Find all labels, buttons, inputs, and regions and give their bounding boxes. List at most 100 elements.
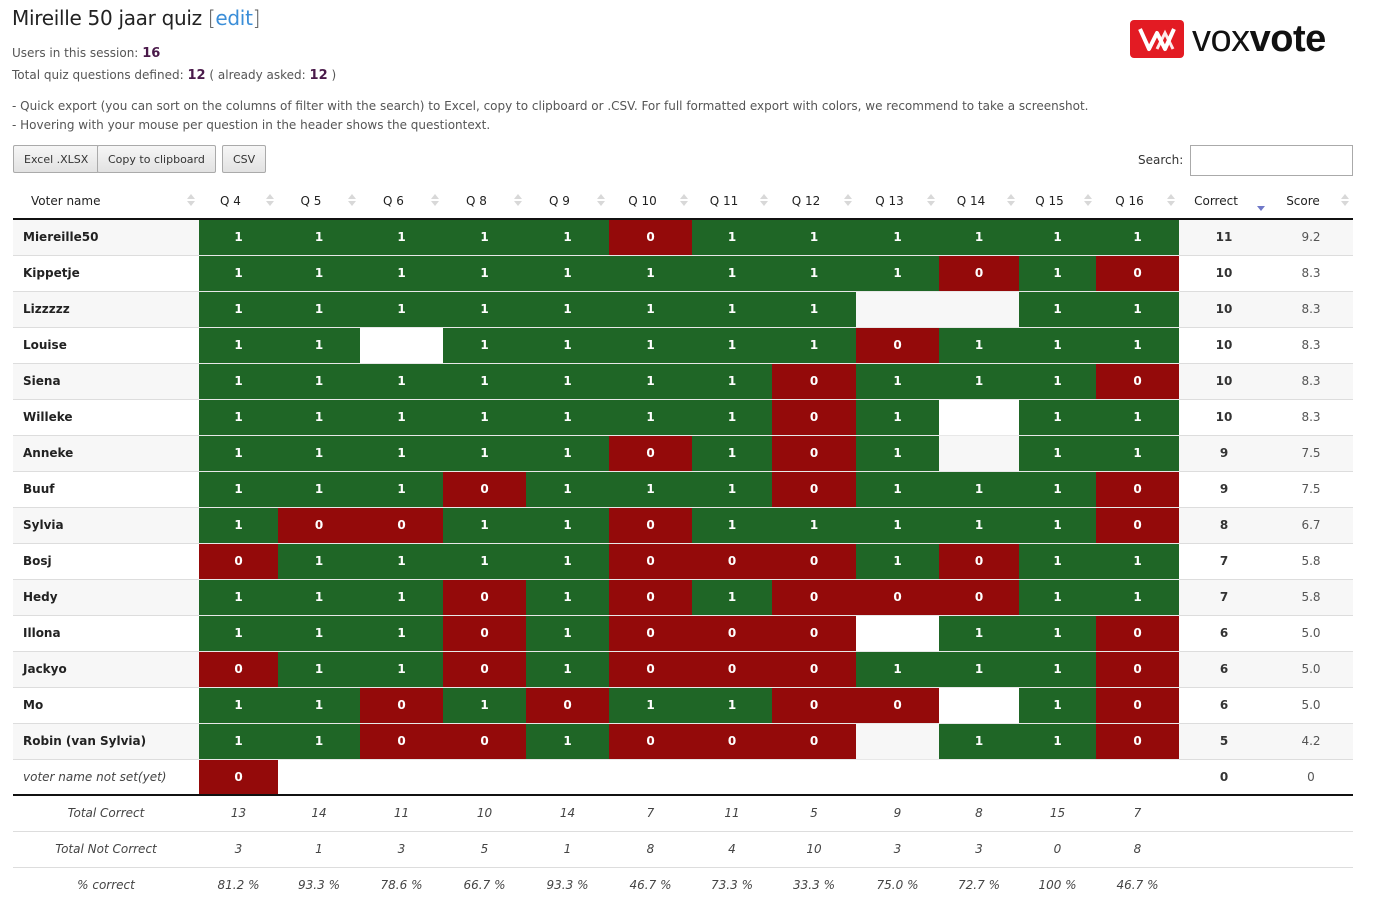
answer-empty-cell <box>939 435 1019 472</box>
answer-correct-cell: 1 <box>939 507 1019 544</box>
answer-correct-cell: 1 <box>856 219 939 256</box>
column-header-q11[interactable]: Q 11 <box>692 183 772 220</box>
answer-correct-cell: 1 <box>360 579 443 616</box>
excel-export-button[interactable]: Excel .XLSX <box>13 145 100 173</box>
answer-correct-cell: 1 <box>772 507 856 544</box>
voter-name: Lizzzzz <box>13 291 199 328</box>
column-header-q14[interactable]: Q 14 <box>939 183 1019 220</box>
answer-correct-cell: 1 <box>278 687 360 724</box>
csv-export-button[interactable]: CSV <box>222 145 267 173</box>
column-header-q4[interactable]: Q 4 <box>199 183 278 220</box>
footer-value: 8 <box>1096 831 1179 868</box>
answer-correct-cell: 1 <box>360 435 443 472</box>
answer-correct-cell: 1 <box>856 399 939 436</box>
answer-empty-cell <box>772 759 856 796</box>
answer-correct-cell: 1 <box>692 579 772 616</box>
column-header-q13[interactable]: Q 13 <box>856 183 939 220</box>
column-header-correct[interactable]: Correct <box>1179 183 1269 220</box>
voter-name: Mo <box>13 687 199 724</box>
score-value: 5.0 <box>1269 687 1353 724</box>
answer-wrong-cell: 0 <box>443 723 526 760</box>
column-header-q5[interactable]: Q 5 <box>278 183 360 220</box>
table-row: Robin (van Sylvia) 1 1 0 0 1 0 0 0 1 1 0 5 4.2 <box>13 723 1353 760</box>
column-header-score[interactable]: Score <box>1269 183 1353 220</box>
sort-both-icon <box>1341 194 1349 208</box>
copy-clipboard-button[interactable]: Copy to clipboard <box>97 145 216 173</box>
footer-value: 75.0 % <box>876 878 919 893</box>
footer-empty <box>1179 867 1269 903</box>
column-header-q10[interactable]: Q 10 <box>609 183 692 220</box>
answer-empty-cell <box>609 759 692 796</box>
voxvote-logo: voxvote <box>1130 20 1326 58</box>
answer-correct-cell: 1 <box>772 327 856 364</box>
voter-name: Anneke <box>13 435 199 472</box>
answer-correct-cell: 1 <box>526 399 609 436</box>
column-header-q12[interactable]: Q 12 <box>772 183 856 220</box>
answer-correct-cell: 1 <box>278 579 360 616</box>
answer-correct-cell: 1 <box>443 543 526 580</box>
answer-wrong-cell: 0 <box>609 615 692 652</box>
users-count: 16 <box>142 46 161 61</box>
answer-wrong-cell: 0 <box>1096 723 1179 760</box>
answer-correct-cell: 1 <box>1019 399 1096 436</box>
search-input[interactable] <box>1190 145 1353 176</box>
footer-value: 5 <box>443 831 526 868</box>
answer-correct-cell: 1 <box>278 219 360 256</box>
table-row: Louise 1 1 1 1 1 1 1 0 1 1 1 10 8.3 <box>13 327 1353 364</box>
answer-wrong-cell: 0 <box>360 723 443 760</box>
answer-correct-cell: 1 <box>1019 615 1096 652</box>
header-row: Voter name Q 4Q 5Q 6Q 8Q 9Q 10 Q 11 Q 12 Q 1… <box>13 183 1353 220</box>
answer-correct-cell: 1 <box>692 687 772 724</box>
answer-correct-cell: 1 <box>772 219 856 256</box>
footer-value: 11 <box>692 795 772 832</box>
answer-correct-cell: 1 <box>1096 435 1179 472</box>
answer-correct-cell: 1 <box>609 291 692 328</box>
answer-correct-cell: 1 <box>360 219 443 256</box>
answer-wrong-cell: 0 <box>1096 363 1179 400</box>
answer-wrong-cell: 0 <box>692 615 772 652</box>
column-header-q8[interactable]: Q 8 <box>443 183 526 220</box>
footer-value: 46.7 % <box>629 878 672 893</box>
answer-empty-cell <box>360 327 443 364</box>
footer-value: 9 <box>856 795 939 832</box>
column-header-voter-name[interactable]: Voter name <box>13 183 199 220</box>
score-value: 5.8 <box>1269 543 1353 580</box>
answer-wrong-cell: 0 <box>939 255 1019 292</box>
answer-correct-cell: 1 <box>1096 291 1179 328</box>
answer-correct-cell: 1 <box>278 615 360 652</box>
correct-count: 8 <box>1179 507 1269 544</box>
answer-correct-cell: 1 <box>1019 723 1096 760</box>
answer-wrong-cell: 0 <box>278 507 360 544</box>
column-header-q9[interactable]: Q 9 <box>526 183 609 220</box>
correct-count: 5 <box>1179 723 1269 760</box>
answer-wrong-cell: 0 <box>772 687 856 724</box>
answer-wrong-cell: 0 <box>692 651 772 688</box>
answer-correct-cell: 1 <box>939 363 1019 400</box>
footer-value: 46.7 % <box>1116 878 1159 893</box>
answer-empty-cell <box>856 723 939 760</box>
answer-correct-cell: 1 <box>609 471 692 508</box>
correct-count: 9 <box>1179 435 1269 472</box>
answer-correct-cell: 1 <box>772 255 856 292</box>
answer-correct-cell: 1 <box>1019 255 1096 292</box>
column-header-q15[interactable]: Q 15 <box>1019 183 1096 220</box>
voter-name: Buuf <box>13 471 199 508</box>
answer-wrong-cell: 0 <box>443 579 526 616</box>
answer-wrong-cell: 0 <box>856 687 939 724</box>
footer-value: 10 <box>772 831 856 868</box>
sort-both-icon <box>514 194 522 208</box>
results-table: Voter name Q 4Q 5Q 6Q 8Q 9Q 10 Q 11 Q 12 Q 1… <box>13 183 1353 903</box>
correct-count: 7 <box>1179 579 1269 616</box>
column-header-q16[interactable]: Q 16 <box>1096 183 1179 220</box>
answer-correct-cell: 1 <box>199 435 278 472</box>
answer-correct-cell: 1 <box>278 471 360 508</box>
column-header-q6[interactable]: Q 6 <box>360 183 443 220</box>
table-row: Mo 1 1 0 1 0 1 1 0 0 1 0 6 5.0 <box>13 687 1353 724</box>
answer-correct-cell: 1 <box>278 399 360 436</box>
footer-value: 1 <box>526 831 609 868</box>
answer-wrong-cell: 0 <box>199 759 278 796</box>
answer-correct-cell: 1 <box>199 255 278 292</box>
answer-correct-cell: 1 <box>692 363 772 400</box>
footer-row: % correct 81.2 % 93.3 % 78.6 % 66.7 % 93.3 % 4… <box>13 867 1353 903</box>
edit-link[interactable]: edit <box>215 6 253 30</box>
